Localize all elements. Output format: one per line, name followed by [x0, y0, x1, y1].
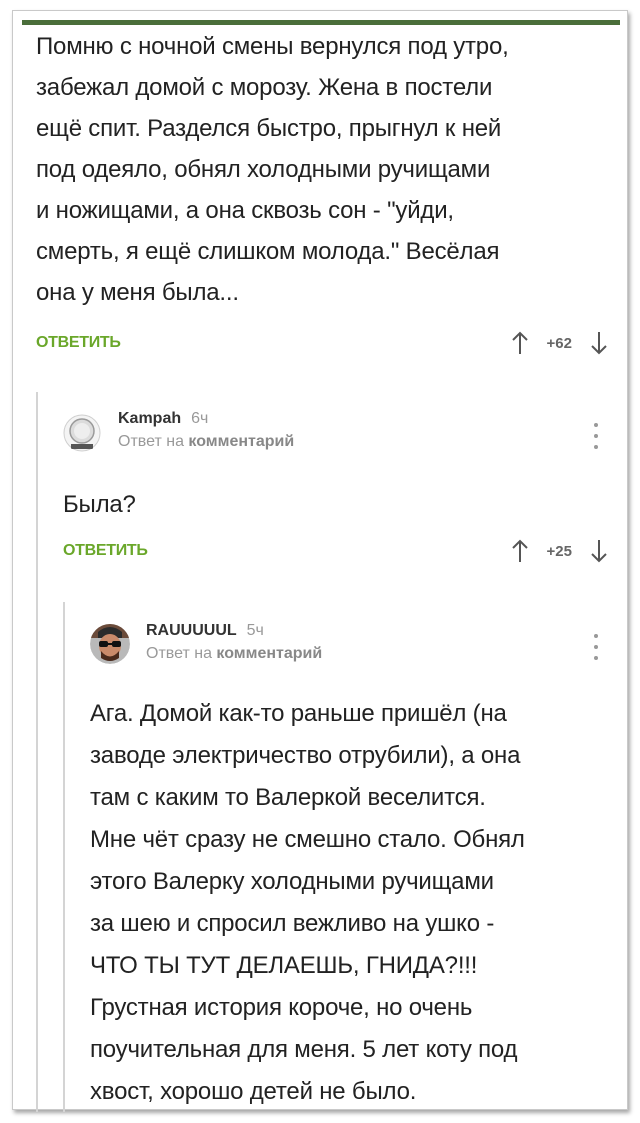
- sunglasses-man-avatar[interactable]: [90, 624, 130, 664]
- comment-line: за шею и спросил вежливо на ушко -: [90, 910, 495, 937]
- comment-line: заводе электричество отрубили), а она: [90, 742, 521, 769]
- rating-value: +62: [546, 334, 572, 352]
- author-line: Kampah 6ч: [118, 410, 294, 428]
- reply-to: Ответ на комментарий: [118, 433, 294, 451]
- volume-knob-avatar[interactable]: [63, 414, 101, 452]
- author-meta: RAUUUUUL 5ч Ответ на комментарий: [146, 622, 322, 663]
- arrow-down-icon[interactable]: [588, 538, 610, 564]
- reply-button[interactable]: ОТВЕТИТЬ: [36, 334, 121, 352]
- comment-actions: ОТВЕТИТЬ +62: [36, 328, 610, 358]
- rating-controls: +62: [509, 330, 610, 356]
- header-accent-bar: [22, 20, 620, 25]
- comment-line: хвост, хорошо детей не было.: [90, 1078, 417, 1105]
- comment-line: под одеяло, обнял холодными ручищами: [36, 156, 491, 183]
- comment-line: Была?: [63, 491, 136, 518]
- comment-line: забежал домой с морозу. Жена в постели: [36, 74, 493, 101]
- comment-line: поучительная для меня. 5 лет коту под: [90, 1036, 518, 1063]
- comment-line: она у меня была...: [36, 279, 239, 306]
- comment-line: ЧТО ТЫ ТУТ ДЕЛАЕШЬ, ГНИДА?!!!: [90, 952, 478, 979]
- reply-to-prefix: Ответ на: [146, 645, 212, 662]
- arrow-up-icon[interactable]: [509, 538, 531, 564]
- comment-line: ещё спит. Разделся быстро, прыгнул к ней: [36, 115, 502, 142]
- comment-time: 5ч: [246, 622, 264, 639]
- comment-line: смерть, я ещё слишком молода." Весёлая: [36, 238, 500, 265]
- thread-line: [63, 602, 65, 1112]
- comment-line: Мне чёт сразу не смешно стало. Обнял: [90, 826, 525, 853]
- thread-line: [36, 392, 38, 1112]
- arrow-up-icon[interactable]: [509, 330, 531, 356]
- comment-body: Была?: [63, 484, 136, 525]
- comment-actions: ОТВЕТИТЬ +25: [63, 536, 610, 566]
- rating-controls: +25: [509, 538, 610, 564]
- comment-line: Грустная история короче, но очень: [90, 994, 473, 1021]
- author-line: RAUUUUUL 5ч: [146, 622, 322, 640]
- comment-line: Ага. Домой как-то раньше пришёл (на: [90, 700, 507, 727]
- reply-button[interactable]: ОТВЕТИТЬ: [63, 542, 148, 560]
- comment-line: Помню с ночной смены вернулся под утро,: [36, 33, 509, 60]
- more-vertical-icon[interactable]: [591, 423, 601, 449]
- reply-to-prefix: Ответ на: [118, 433, 184, 450]
- reply-to: Ответ на комментарий: [146, 645, 322, 663]
- comment-line: и ножищами, а она сквозь сон - "уйди,: [36, 197, 454, 224]
- comment-header: Kampah 6ч Ответ на комментарий: [63, 410, 294, 452]
- reply-to-link[interactable]: комментарий: [216, 645, 322, 662]
- comment-time: 6ч: [191, 410, 209, 427]
- comment-line: там с каким то Валеркой веселится.: [90, 784, 486, 811]
- comment-body: Помню с ночной смены вернулся под утро, …: [36, 26, 616, 313]
- comment-body: Ага. Домой как-то раньше пришёл (на заво…: [90, 693, 615, 1113]
- comment-header: RAUUUUUL 5ч Ответ на комментарий: [90, 622, 322, 664]
- author-name[interactable]: RAUUUUUL: [146, 622, 237, 640]
- author-name[interactable]: Kampah: [118, 410, 181, 428]
- comment-line: этого Валерку холодными ручищами: [90, 868, 494, 895]
- more-vertical-icon[interactable]: [591, 634, 601, 660]
- arrow-down-icon[interactable]: [588, 330, 610, 356]
- reply-to-link[interactable]: комментарий: [188, 433, 294, 450]
- author-meta: Kampah 6ч Ответ на комментарий: [118, 410, 294, 451]
- rating-value: +25: [546, 542, 572, 560]
